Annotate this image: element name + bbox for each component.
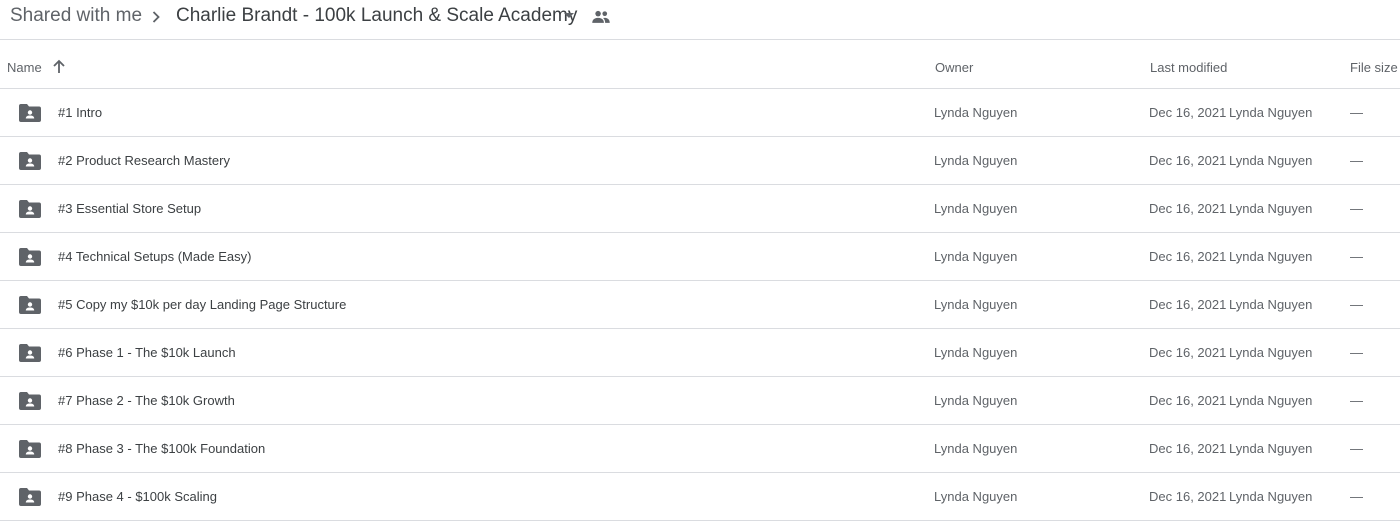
shared-folder-icon	[19, 296, 41, 314]
file-list: #1 Intro Lynda Nguyen Dec 16, 2021 Lynda…	[0, 89, 1400, 521]
breadcrumb-current-folder[interactable]: Charlie Brandt - 100k Launch & Scale Aca…	[176, 4, 577, 28]
file-owner: Lynda Nguyen	[934, 489, 1018, 504]
last-modified-by: Lynda Nguyen	[1229, 489, 1313, 504]
shared-folder-icon	[19, 344, 41, 362]
file-size: —	[1350, 345, 1363, 360]
last-modified-by: Lynda Nguyen	[1229, 393, 1313, 408]
arrow-up-icon[interactable]	[51, 59, 67, 75]
last-modified-date: Dec 16, 2021	[1149, 297, 1227, 312]
file-size: —	[1350, 393, 1363, 408]
file-name: #6 Phase 1 - The $10k Launch	[58, 345, 236, 360]
last-modified-by: Lynda Nguyen	[1229, 345, 1313, 360]
file-owner: Lynda Nguyen	[934, 201, 1018, 216]
file-size: —	[1350, 249, 1363, 264]
shared-folder-icon	[19, 152, 41, 170]
file-name: #9 Phase 4 - $100k Scaling	[58, 489, 217, 504]
file-owner: Lynda Nguyen	[934, 105, 1018, 120]
last-modified-date: Dec 16, 2021	[1149, 153, 1227, 168]
last-modified-by: Lynda Nguyen	[1229, 249, 1313, 264]
file-size: —	[1350, 297, 1363, 312]
file-name: #3 Essential Store Setup	[58, 201, 202, 216]
file-size: —	[1350, 489, 1363, 504]
file-owner: Lynda Nguyen	[934, 153, 1018, 168]
file-owner: Lynda Nguyen	[934, 441, 1018, 456]
column-header-name[interactable]: Name	[7, 60, 42, 76]
last-modified-date: Dec 16, 2021	[1149, 489, 1227, 504]
last-modified-by: Lynda Nguyen	[1229, 297, 1313, 312]
table-row[interactable]: #8 Phase 3 - The $100k Foundation Lynda …	[0, 425, 1400, 473]
column-header-owner[interactable]: Owner	[935, 60, 973, 76]
table-row[interactable]: #7 Phase 2 - The $10k Growth Lynda Nguye…	[0, 377, 1400, 425]
column-header-file-size[interactable]: File size	[1350, 60, 1398, 76]
shared-folder-icon	[19, 248, 41, 266]
file-name: #8 Phase 3 - The $100k Foundation	[58, 441, 266, 456]
file-size: —	[1350, 441, 1363, 456]
caret-down-icon[interactable]	[561, 7, 577, 23]
file-name: #2 Product Research Mastery	[58, 153, 230, 168]
last-modified-date: Dec 16, 2021	[1149, 249, 1227, 264]
table-row[interactable]: #4 Technical Setups (Made Easy) Lynda Ng…	[0, 233, 1400, 281]
shared-folder-icon	[19, 104, 41, 122]
file-name: #7 Phase 2 - The $10k Growth	[58, 393, 235, 408]
file-name: #5 Copy my $10k per day Landing Page Str…	[58, 297, 347, 312]
column-header-row: Name Owner Last modified File size	[0, 40, 1400, 89]
last-modified-date: Dec 16, 2021	[1149, 201, 1227, 216]
file-size: —	[1350, 105, 1363, 120]
file-owner: Lynda Nguyen	[934, 249, 1018, 264]
last-modified-by: Lynda Nguyen	[1229, 105, 1313, 120]
table-row[interactable]: #5 Copy my $10k per day Landing Page Str…	[0, 281, 1400, 329]
last-modified-date: Dec 16, 2021	[1149, 105, 1227, 120]
file-owner: Lynda Nguyen	[934, 345, 1018, 360]
table-row[interactable]: #3 Essential Store Setup Lynda Nguyen De…	[0, 185, 1400, 233]
last-modified-date: Dec 16, 2021	[1149, 393, 1227, 408]
table-row[interactable]: #1 Intro Lynda Nguyen Dec 16, 2021 Lynda…	[0, 89, 1400, 137]
table-row[interactable]: #2 Product Research Mastery Lynda Nguyen…	[0, 137, 1400, 185]
breadcrumb-shared-with-me[interactable]: Shared with me	[10, 4, 142, 28]
shared-folder-icon	[19, 488, 41, 506]
file-size: —	[1350, 153, 1363, 168]
last-modified-date: Dec 16, 2021	[1149, 345, 1227, 360]
file-name: #1 Intro	[58, 105, 103, 120]
last-modified-date: Dec 16, 2021	[1149, 441, 1227, 456]
table-row[interactable]: #6 Phase 1 - The $10k Launch Lynda Nguye…	[0, 329, 1400, 377]
last-modified-by: Lynda Nguyen	[1229, 153, 1313, 168]
file-owner: Lynda Nguyen	[934, 393, 1018, 408]
file-size: —	[1350, 201, 1363, 216]
table-row[interactable]: #9 Phase 4 - $100k Scaling Lynda Nguyen …	[0, 473, 1400, 521]
file-name: #4 Technical Setups (Made Easy)	[58, 249, 252, 264]
breadcrumb-bar: Shared with me Charlie Brandt - 100k Lau…	[0, 0, 1400, 40]
column-header-last-modified[interactable]: Last modified	[1150, 60, 1227, 76]
last-modified-by: Lynda Nguyen	[1229, 441, 1313, 456]
shared-folder-icon	[19, 392, 41, 410]
shared-folder-icon	[19, 440, 41, 458]
chevron-right-icon	[152, 11, 160, 23]
people-icon	[592, 10, 610, 23]
last-modified-by: Lynda Nguyen	[1229, 201, 1313, 216]
file-owner: Lynda Nguyen	[934, 297, 1018, 312]
shared-folder-icon	[19, 200, 41, 218]
